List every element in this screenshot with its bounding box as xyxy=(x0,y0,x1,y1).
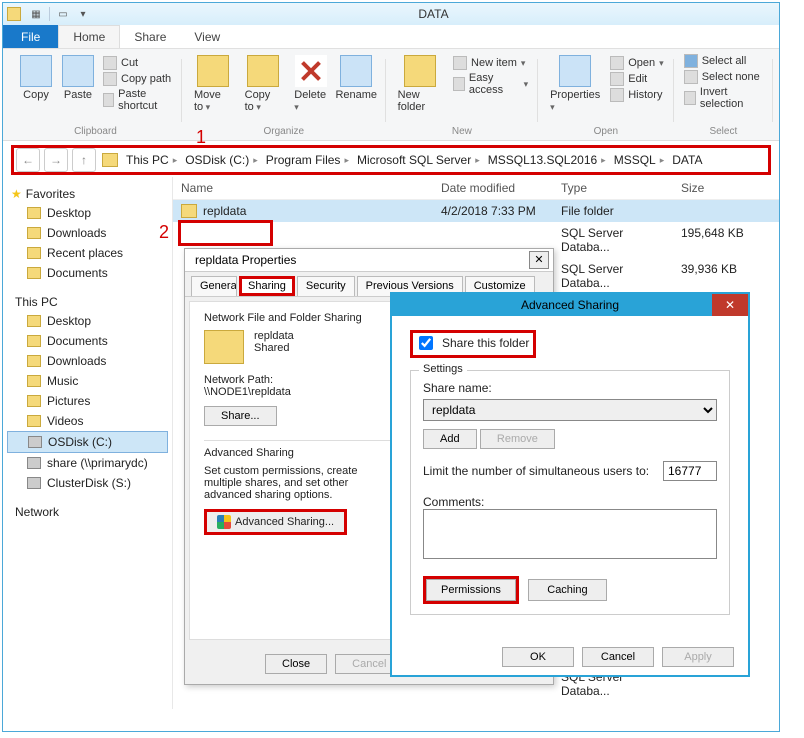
qat-props[interactable]: ▦ xyxy=(27,6,45,22)
adv-apply-button: Apply xyxy=(662,647,734,667)
star-icon: ★ xyxy=(11,187,22,201)
pc-downloads[interactable]: Downloads xyxy=(7,351,168,371)
crumb-pf[interactable]: Program Files xyxy=(266,153,341,167)
share-this-folder-checkbox[interactable]: Share this folder xyxy=(415,333,529,353)
copy-button[interactable]: Copy xyxy=(15,53,57,103)
sharename-select[interactable]: repldata xyxy=(423,399,717,421)
pc-pictures[interactable]: Pictures xyxy=(7,391,168,411)
tab-sharing[interactable]: Sharing xyxy=(239,276,295,296)
row-repldata[interactable]: repldata 4/2/2018 7:33 PM File folder xyxy=(173,200,779,222)
comments-textarea[interactable] xyxy=(423,509,717,559)
nav-back[interactable]: ← xyxy=(16,148,40,172)
highlight-2 xyxy=(178,220,273,246)
tab-security[interactable]: Security xyxy=(297,276,355,296)
adv-ok-button[interactable]: OK xyxy=(502,647,574,667)
advanced-sharing-button[interactable]: Advanced Sharing... xyxy=(204,509,347,535)
edit-button[interactable]: Edit xyxy=(606,71,667,87)
limit-label: Limit the number of simultaneous users t… xyxy=(423,464,655,478)
crumb-c[interactable]: OSDisk (C:) xyxy=(185,153,249,167)
address-bar[interactable]: ← → ↑ This PC▸ OSDisk (C:)▸ Program File… xyxy=(11,145,771,175)
col-name[interactable]: Name xyxy=(173,177,433,199)
close-button[interactable]: ✕ xyxy=(529,251,549,269)
properties-button[interactable]: Properties xyxy=(544,53,606,115)
crumb-data[interactable]: DATA xyxy=(672,153,702,167)
rename-button[interactable]: Rename xyxy=(333,53,380,103)
prop-close-button[interactable]: Close xyxy=(265,654,327,674)
pc-share[interactable]: share (\\primarydc) xyxy=(7,453,168,473)
pc-cluster[interactable]: ClusterDisk (S:) xyxy=(7,473,168,493)
share-button[interactable]: Share... xyxy=(204,406,277,426)
moveto-button[interactable]: Move to xyxy=(188,53,239,115)
settings-label: Settings xyxy=(419,363,467,375)
share-checkbox[interactable] xyxy=(419,336,433,350)
sharename-label: Share name: xyxy=(423,381,717,395)
history-button[interactable]: History xyxy=(606,87,667,103)
permissions-button[interactable]: Permissions xyxy=(426,579,516,601)
pasteshort-button[interactable]: Paste shortcut xyxy=(99,87,176,113)
col-size[interactable]: Size xyxy=(673,177,753,199)
adv-close-button[interactable]: ✕ xyxy=(712,294,748,316)
pc-desktop[interactable]: Desktop xyxy=(7,311,168,331)
selectnone-button[interactable]: Select none xyxy=(680,69,764,85)
qat-drop[interactable]: ▾ xyxy=(74,6,92,22)
nav-up[interactable]: ↑ xyxy=(72,148,96,172)
folder-large-icon xyxy=(204,330,244,364)
easyaccess-button[interactable]: Easy access xyxy=(449,71,532,97)
tab-view[interactable]: View xyxy=(180,25,234,48)
file-menu[interactable]: File xyxy=(3,25,58,48)
tab-home[interactable]: Home xyxy=(58,25,120,48)
sidebar-favorites[interactable]: ★Favorites xyxy=(7,185,168,203)
qat-new[interactable]: ▭ xyxy=(54,6,72,22)
sidebar-network[interactable]: Network xyxy=(7,503,168,521)
sidebar-desktop[interactable]: Desktop xyxy=(7,203,168,223)
advsharing-text: Set custom permissions, create multiple … xyxy=(204,465,384,501)
crumb-sql[interactable]: Microsoft SQL Server xyxy=(357,153,471,167)
sidebar-downloads[interactable]: Downloads xyxy=(7,223,168,243)
pc-music[interactable]: Music xyxy=(7,371,168,391)
copyto-button[interactable]: Copy to xyxy=(239,53,289,115)
pc-osdisk[interactable]: OSDisk (C:) xyxy=(7,431,168,453)
sidebar-recent[interactable]: Recent places xyxy=(7,243,168,263)
annotation-1: 1 xyxy=(196,127,206,148)
newitem-button[interactable]: New item xyxy=(449,55,532,71)
limit-input[interactable] xyxy=(663,461,717,481)
pc-videos[interactable]: Videos xyxy=(7,411,168,431)
properties-title: repldata Properties ✕ xyxy=(185,249,553,272)
col-type[interactable]: Type xyxy=(553,177,673,199)
selectall-button[interactable]: Select all xyxy=(680,53,751,69)
comments-label: Comments: xyxy=(423,495,717,509)
folder-icon xyxy=(181,204,197,218)
crumb-thispc[interactable]: This PC xyxy=(126,153,169,167)
crumb-inst[interactable]: MSSQL13.SQL2016 xyxy=(488,153,597,167)
delete-button[interactable]: Delete xyxy=(288,53,333,115)
remove-button: Remove xyxy=(480,429,555,449)
add-button[interactable]: Add xyxy=(423,429,477,449)
window-title: DATA xyxy=(92,7,775,21)
col-mod[interactable]: Date modified xyxy=(433,177,553,199)
adv-title: Advanced Sharing ✕ xyxy=(392,294,748,316)
sidebar-thispc[interactable]: This PC xyxy=(7,293,168,311)
shield-icon xyxy=(217,515,231,529)
paste-button[interactable]: Paste xyxy=(57,53,99,103)
cut-button[interactable]: Cut xyxy=(99,55,176,71)
copypath-button[interactable]: Copy path xyxy=(99,71,176,87)
caching-button[interactable]: Caching xyxy=(528,579,606,601)
adv-cancel-button[interactable]: Cancel xyxy=(582,647,654,667)
annotation-2: 2 xyxy=(159,222,169,243)
newfolder-button[interactable]: New folder xyxy=(392,53,449,115)
advanced-sharing-dialog: Advanced Sharing ✕ Share this folder Set… xyxy=(390,292,750,677)
folder-icon xyxy=(7,7,21,21)
tab-share[interactable]: Share xyxy=(120,25,180,48)
nav-fwd[interactable]: → xyxy=(44,148,68,172)
invertsel-button[interactable]: Invert selection xyxy=(680,85,767,111)
folder-icon xyxy=(102,153,118,167)
crumb-mssql[interactable]: MSSQL xyxy=(614,153,656,167)
tab-general[interactable]: General xyxy=(191,276,237,296)
open-button[interactable]: Open xyxy=(606,55,667,71)
sidebar-documents[interactable]: Documents xyxy=(7,263,168,283)
pc-documents[interactable]: Documents xyxy=(7,331,168,351)
